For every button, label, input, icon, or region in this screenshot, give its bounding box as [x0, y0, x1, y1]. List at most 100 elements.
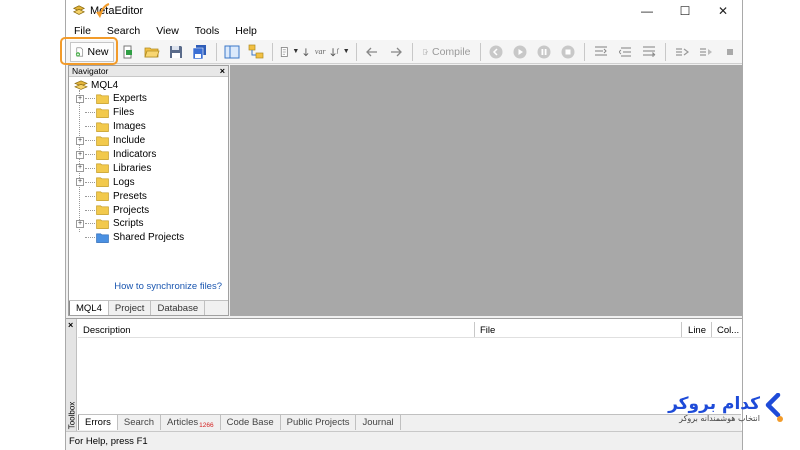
toolbox-tabs: Errors Search Articles 1266 Code Base Pu… [78, 414, 741, 430]
tree-branch [85, 209, 95, 211]
tab-search[interactable]: Search [118, 415, 161, 430]
tab-mql4[interactable]: MQL4 [69, 301, 109, 315]
tree-item-projects[interactable]: Projects [69, 203, 228, 217]
forward-button[interactable] [386, 42, 406, 62]
tree-item-label: Scripts [113, 218, 144, 230]
navigator-tabs: MQL4 Project Database [69, 300, 228, 315]
menu-help[interactable]: Help [227, 25, 265, 37]
maximize-button[interactable]: ☐ [666, 0, 704, 22]
tree-item-label: Logs [113, 176, 135, 188]
tree-item-label: Indicators [113, 149, 157, 160]
tree-item-label: Shared Projects [113, 232, 185, 244]
tab-errors[interactable]: Errors [78, 415, 118, 430]
folder-icon [96, 163, 109, 174]
tab-journal[interactable]: Journal [356, 415, 401, 430]
status-bar: For Help, press F1 [66, 431, 742, 450]
step-over-button[interactable] [615, 42, 635, 62]
save-button[interactable] [166, 42, 186, 62]
navigator-toggle-button[interactable] [222, 42, 242, 62]
step-out-button[interactable] [639, 42, 659, 62]
expand-icon[interactable]: + [76, 164, 84, 173]
insert-variable-button[interactable]: var [303, 42, 326, 62]
expand-icon[interactable]: + [76, 178, 84, 187]
menu-file[interactable]: File [66, 25, 99, 37]
open-button[interactable] [142, 42, 162, 62]
tree-item-libraries[interactable]: + Libraries [69, 161, 228, 175]
stop-button[interactable] [558, 42, 578, 62]
folder-icon [96, 108, 109, 118]
remove-breakpoints-button[interactable] [696, 42, 716, 62]
tab-code-base[interactable]: Code Base [221, 415, 281, 430]
toolbar-separator [215, 42, 217, 61]
start-debug-history-button[interactable] [486, 42, 506, 62]
tree-branch [85, 167, 95, 169]
add-button[interactable] [118, 42, 138, 62]
insert-function-button[interactable]: f ▼ [330, 42, 350, 62]
play-icon [513, 45, 527, 58]
tree-item-shared-projects[interactable]: Shared Projects [69, 231, 228, 245]
folder-icon [96, 191, 109, 202]
folder-icon [96, 94, 109, 104]
styler-button[interactable]: ▼ [279, 42, 299, 62]
tree-item-presets[interactable]: Presets [69, 189, 228, 203]
watermark-main: کدام بروکر [668, 393, 760, 414]
editor-area[interactable] [230, 65, 742, 316]
profile-button[interactable] [720, 42, 740, 62]
tree-branch [85, 195, 95, 197]
tree-item-images[interactable]: Images [69, 120, 228, 134]
column-line[interactable]: Line [682, 322, 712, 337]
tree-item-include[interactable]: + Include [69, 134, 228, 148]
tree-item-label: Experts [113, 93, 147, 105]
tree-branch [85, 181, 95, 183]
toolbox-toggle-button[interactable] [246, 42, 266, 62]
close-button[interactable]: ✕ [704, 0, 742, 22]
expand-icon[interactable]: + [76, 150, 84, 159]
save-all-icon [192, 44, 206, 59]
tab-articles[interactable]: Articles 1266 [161, 415, 221, 430]
tree-item-files[interactable]: Files [69, 106, 228, 120]
tab-public-projects[interactable]: Public Projects [281, 415, 357, 430]
compile-button[interactable]: Compile [419, 42, 473, 62]
minimize-button[interactable]: — [628, 0, 666, 22]
column-file[interactable]: File [475, 322, 682, 337]
save-all-button[interactable] [190, 42, 210, 62]
toggle-breakpoint-button[interactable] [672, 42, 692, 62]
tree-branch [85, 112, 95, 114]
toolbar-separator [665, 42, 667, 61]
expand-icon[interactable]: + [76, 219, 84, 228]
close-icon[interactable]: × [68, 320, 73, 330]
menu-tools[interactable]: Tools [187, 25, 228, 37]
expand-icon[interactable]: + [76, 94, 84, 103]
tab-database[interactable]: Database [151, 301, 206, 315]
tree-root-mql4[interactable]: MQL4 [69, 79, 228, 92]
sync-files-link[interactable]: How to synchronize files? [114, 281, 222, 292]
tab-project[interactable]: Project [109, 301, 152, 315]
toolbar-separator [479, 42, 481, 61]
start-debug-button[interactable] [510, 42, 530, 62]
tree-item-indicators[interactable]: + Indicators [69, 148, 228, 162]
menu-view[interactable]: View [148, 25, 187, 37]
tree-item-scripts[interactable]: + Scripts [69, 217, 228, 231]
tree-item-logs[interactable]: + Logs [69, 175, 228, 189]
back-button[interactable] [362, 42, 382, 62]
step-into-button[interactable] [591, 42, 611, 62]
watermark-text: کدام بروکر انتخاب هوشمندانه بروکر [668, 394, 760, 423]
document-edit-icon [281, 46, 288, 57]
column-col[interactable]: Col... [712, 322, 741, 337]
menu-search[interactable]: Search [99, 25, 148, 37]
layout-panel-icon [224, 45, 240, 58]
function-icon: f [330, 47, 339, 56]
tree-branch [85, 140, 95, 142]
tree-item-experts[interactable]: + Experts [69, 92, 228, 106]
breakpoint-icon [676, 47, 690, 56]
column-description[interactable]: Description [78, 322, 475, 337]
navigator-panel: Navigator × MQL4 + Experts Files Images + Inc… [68, 65, 229, 316]
expand-icon[interactable]: + [76, 136, 84, 145]
tab-articles-label: Articles [166, 417, 199, 428]
play-history-icon [489, 45, 503, 58]
folder-icon [96, 122, 109, 132]
close-icon[interactable]: × [220, 66, 225, 76]
tree-branch [85, 223, 95, 225]
pause-button[interactable] [534, 42, 554, 62]
shared-folder-icon [96, 233, 109, 243]
